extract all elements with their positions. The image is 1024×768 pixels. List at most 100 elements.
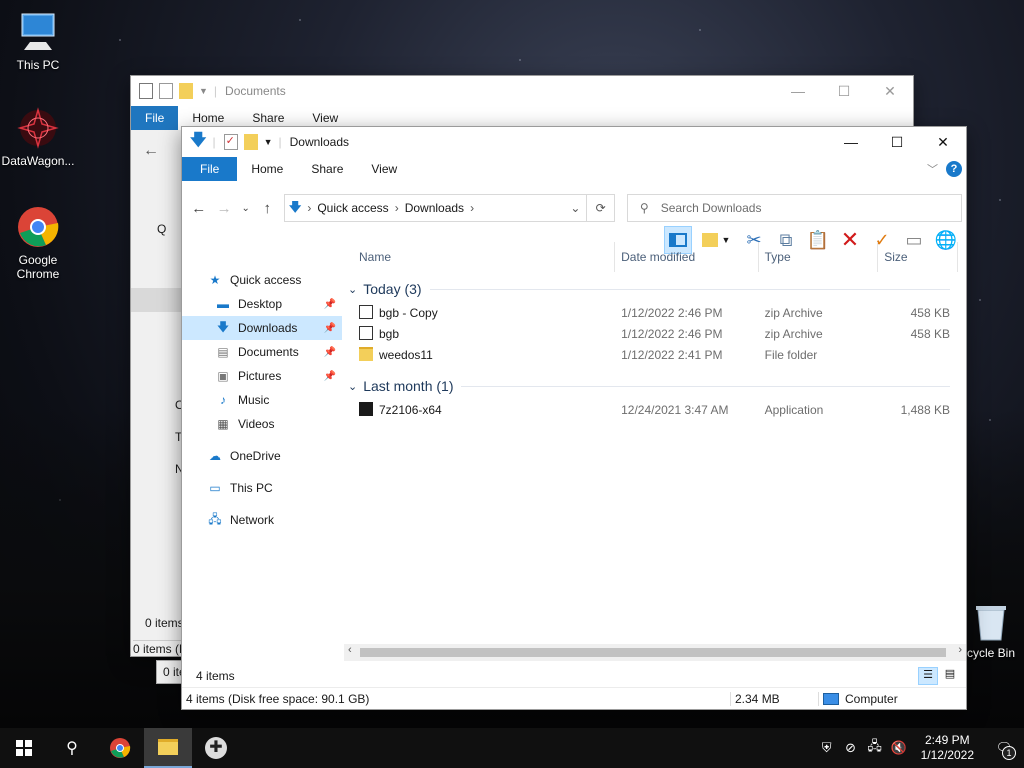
horizontal-scrollbar[interactable]: ‹ › <box>344 644 966 661</box>
breadcrumb-downloads[interactable]: Downloads <box>405 201 464 215</box>
nav-item-pictures[interactable]: ▣ Pictures 📌 <box>182 364 342 388</box>
nav-item-downloads[interactable]: 🡇 Downloads 📌 <box>182 316 342 340</box>
back-arrow-icon[interactable]: ← <box>143 142 159 160</box>
taskbar-gamepad-app[interactable]: ✚ <box>192 728 240 768</box>
scroll-right-icon[interactable]: › <box>958 644 962 656</box>
file-type: Application <box>764 402 824 417</box>
properties-check-icon[interactable]: ✓ <box>223 134 238 150</box>
scrollbar-thumb[interactable] <box>360 648 946 657</box>
column-size[interactable]: Size <box>878 241 958 272</box>
search-input[interactable]: ⚲ Search Downloads <box>626 194 962 222</box>
nav-item-this-pc[interactable]: ▭ This PC <box>182 476 342 500</box>
breadcrumb-quick-access[interactable]: Quick access <box>317 201 388 215</box>
pin-icon[interactable]: 📌 <box>324 347 336 358</box>
file-type: zip Archive <box>764 305 823 320</box>
group-header[interactable]: ⌄ Last month (1) <box>344 373 958 399</box>
column-date-modified[interactable]: Date modified <box>615 241 759 272</box>
desktop-icon-datawagon[interactable]: DataWagon... <box>0 106 76 168</box>
back-button[interactable]: ← <box>186 200 211 217</box>
customize-dropdown-icon[interactable]: ▼ <box>264 137 273 147</box>
gamepad-icon: ✚ <box>205 737 227 759</box>
large-icons-view-icon[interactable]: ▤ <box>940 667 960 685</box>
nav-item-network[interactable]: 🖧 Network <box>182 508 342 532</box>
file-row[interactable]: weedos11 1/12/2022 2:41 PM File folder <box>344 344 958 365</box>
scroll-left-icon[interactable]: ‹ <box>348 644 352 656</box>
ribbon-tabs: File Home Share View ﹀ ? <box>182 157 966 181</box>
volume-muted-icon[interactable]: 🔇 <box>887 740 911 756</box>
file-name: weedos11 <box>379 348 433 362</box>
downloads-window[interactable]: 🡇 | ✓ ▼ | Downloads — ☐ ✕ File Home Shar… <box>181 126 967 710</box>
refresh-button[interactable]: ⟳ <box>587 194 615 222</box>
maximize-button[interactable]: ☐ <box>821 76 867 106</box>
search-button[interactable]: ⚲ <box>48 728 96 768</box>
nav-selection <box>131 288 181 312</box>
desktop-icon-recycle-bin[interactable]: cycle Bin <box>958 602 1024 660</box>
details-view-icon[interactable]: ☰ <box>918 667 938 685</box>
minimize-button[interactable]: — <box>775 76 821 106</box>
group-divider <box>429 288 950 290</box>
nav-item-desktop[interactable]: ▬ Desktop 📌 <box>182 292 342 316</box>
nav-item-label: Pictures <box>238 369 282 383</box>
network-off-icon[interactable]: ⊘ <box>839 740 863 756</box>
nav-item-documents[interactable]: ▤ Documents 📌 <box>182 340 342 364</box>
search-icon: ⚲ <box>66 740 78 757</box>
divider: | <box>213 84 218 98</box>
desktop-icon: ▬ <box>217 297 229 311</box>
nav-item-onedrive[interactable]: ☁ OneDrive <box>182 444 342 468</box>
nav-item-quick-access[interactable]: ★ Quick access <box>182 268 342 292</box>
nav-item-label: Downloads <box>238 321 298 335</box>
music-icon: ♪ <box>220 393 226 407</box>
maximize-button[interactable]: ☐ <box>874 127 920 157</box>
file-name: bgb <box>379 327 400 341</box>
start-button[interactable] <box>0 728 48 768</box>
file-row[interactable]: 7z2106-x64 12/24/2021 3:47 AM Application 1… <box>344 399 958 420</box>
desktop-icon-label: This PC <box>16 58 60 72</box>
notifications-button[interactable]: 🗨 1 <box>984 740 1024 760</box>
breadcrumb-separator-icon: › <box>307 201 312 215</box>
tab-file[interactable]: File <box>131 106 179 130</box>
title-bar[interactable]: 🡇 | ✓ ▼ | Downloads — ☐ ✕ <box>182 127 966 157</box>
column-name[interactable]: Name <box>344 241 616 272</box>
nav-item-music[interactable]: ♪ Music <box>182 388 342 412</box>
file-row[interactable]: bgb 1/12/2022 2:46 PM zip Archive 458 KB <box>344 323 958 344</box>
network-icon: 🖧 <box>208 511 222 526</box>
forward-button[interactable]: → <box>211 200 236 217</box>
address-bar[interactable]: 🡇 › Quick access › Downloads › ⌄ <box>283 194 588 222</box>
tab-file[interactable]: File <box>182 157 238 181</box>
recent-locations-icon[interactable]: ⌄ <box>237 203 255 214</box>
document-icon: ▤ <box>217 345 229 359</box>
tab-share[interactable]: Share <box>297 157 357 181</box>
dropdown-arrow-icon[interactable]: ▼ <box>199 86 208 96</box>
close-button[interactable]: ✕ <box>867 76 913 106</box>
nav-item-label: Quick access <box>230 273 302 287</box>
third-window-status: 0 ite <box>156 660 184 684</box>
pin-icon[interactable]: 📌 <box>324 299 336 310</box>
pin-icon[interactable]: 📌 <box>324 371 336 382</box>
group-header[interactable]: ⌄ Today (3) <box>344 276 958 302</box>
nav-item-videos[interactable]: ▦ Videos <box>182 412 342 436</box>
title-bar[interactable]: ▼ | Documents — ☐ ✕ <box>131 76 913 106</box>
nav-item-label: Network <box>230 513 275 527</box>
security-icon[interactable]: ⛨ <box>815 740 839 756</box>
network-icon[interactable]: 🖧 <box>863 737 887 759</box>
new-folder-icon[interactable] <box>243 134 258 150</box>
desktop-icon-chrome[interactable]: Google Chrome <box>0 205 76 281</box>
up-button[interactable]: ↑ <box>255 200 280 217</box>
clock[interactable]: 2:49 PM 1/12/2022 <box>911 733 984 763</box>
search-icon: ⚲ <box>639 201 649 215</box>
minimize-button[interactable]: — <box>828 127 874 157</box>
tab-view[interactable]: View <box>357 157 411 181</box>
pin-icon[interactable]: 📌 <box>324 323 336 334</box>
close-button[interactable]: ✕ <box>920 127 966 157</box>
address-dropdown-icon[interactable]: ⌄ <box>570 201 580 215</box>
column-type[interactable]: Type <box>759 241 879 272</box>
help-icon[interactable]: ? <box>946 161 962 177</box>
window-title: Documents <box>225 84 286 98</box>
tab-home[interactable]: Home <box>237 157 297 181</box>
file-name: 7z2106-x64 <box>379 403 442 417</box>
desktop-icon-this-pc[interactable]: This PC <box>0 10 76 72</box>
file-row[interactable]: bgb - Copy 1/12/2022 2:46 PM zip Archive 45… <box>344 302 958 323</box>
taskbar-chrome[interactable] <box>96 728 144 768</box>
taskbar-file-explorer[interactable] <box>144 728 192 768</box>
expand-ribbon-icon[interactable]: ﹀ <box>927 161 938 177</box>
